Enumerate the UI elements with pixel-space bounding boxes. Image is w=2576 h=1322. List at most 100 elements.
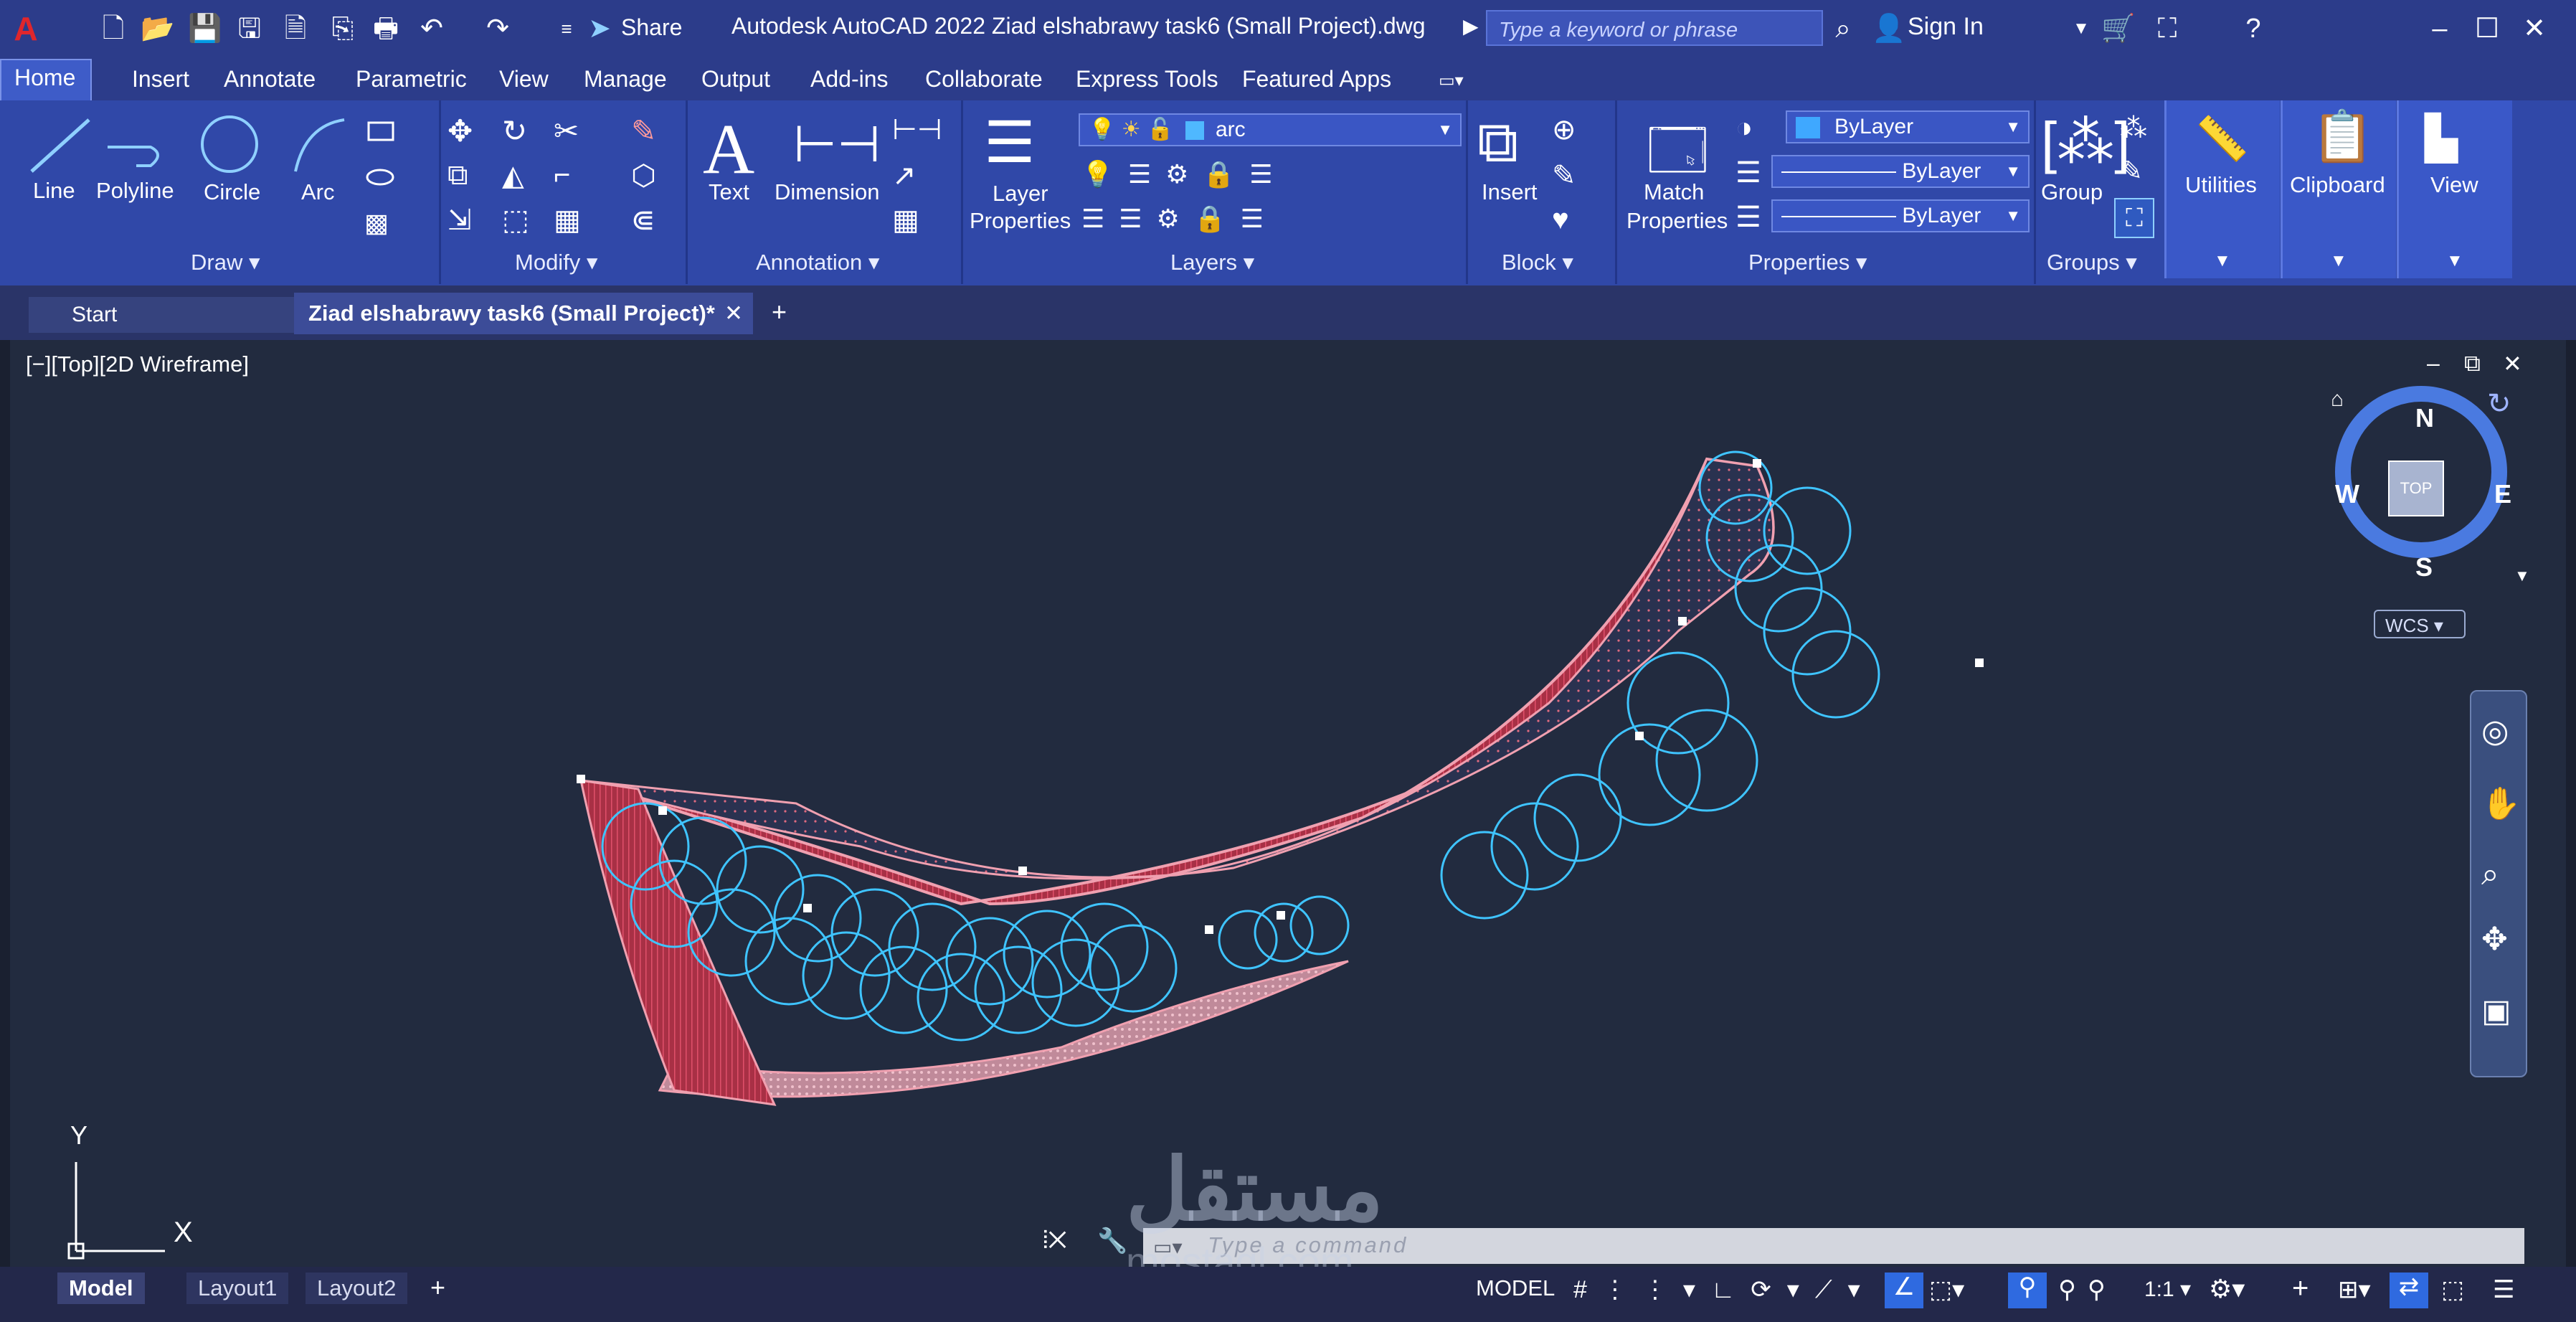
fillet-icon[interactable]: ⌐ (554, 159, 570, 192)
mirror-icon[interactable]: ◭ (502, 159, 524, 192)
tab-insert[interactable]: Insert (132, 66, 189, 93)
compass-south[interactable]: S (2415, 552, 2433, 582)
linear-dim-icon[interactable]: ⊢⊣ (892, 113, 942, 146)
share-button[interactable]: Share (621, 14, 682, 41)
isolate-objects-icon[interactable]: ⬚ (2441, 1275, 2464, 1304)
rotate-icon[interactable]: ↻ (502, 113, 527, 148)
print-icon[interactable]: 🖶 (370, 13, 402, 44)
move-icon[interactable]: ✥ (448, 113, 473, 148)
start-tab[interactable]: Start (29, 297, 294, 333)
linetype-dropdown[interactable]: ByLayer ▼ (1771, 155, 2030, 188)
zoom-extents-icon[interactable]: ⌕ (2481, 856, 2499, 892)
viewport-controls[interactable]: [−][Top][2D Wireframe] (26, 351, 249, 377)
command-customize-icon[interactable]: 🔧 (1097, 1227, 1127, 1255)
stretch-icon[interactable]: ⇲ (448, 204, 472, 237)
layer-dropdown[interactable]: 💡 ☀ 🔓 arc ▼ (1079, 113, 1462, 146)
close-icon[interactable]: ✕ (2519, 13, 2550, 44)
insert-button[interactable]: Insert (1482, 179, 1538, 205)
hatch-icon[interactable]: ▩ (364, 208, 389, 238)
redo-icon[interactable]: ↷ (482, 13, 513, 44)
user-icon[interactable]: 👤 (1872, 13, 1905, 44)
trim-icon[interactable]: ✂ (554, 113, 579, 148)
explode-icon[interactable]: ⬡ (631, 159, 656, 192)
close-tab-icon[interactable]: ✕ (724, 293, 743, 334)
annotation-monitor-icon[interactable]: + (2292, 1273, 2309, 1305)
tab-collaborate[interactable]: Collaborate (925, 66, 1043, 93)
units-icon[interactable]: ⊞▾ (2338, 1275, 2371, 1304)
new-file-icon[interactable]: 🗋 (98, 13, 129, 44)
edit-block-icon[interactable]: ✎ (1552, 159, 1576, 192)
layers-panel-title[interactable]: Layers ▾ (1170, 250, 1254, 275)
text-button[interactable]: Text (709, 179, 749, 205)
line-button[interactable]: Line (33, 178, 75, 204)
layer-tools-row1-icons[interactable]: 💡☰⚙🔒☰ (1081, 159, 1287, 189)
block-panel-title[interactable]: Block ▾ (1502, 250, 1573, 275)
viewport-minimize-icon[interactable]: – (2427, 350, 2440, 377)
view-panel-button[interactable]: ▙ View ▼ (2397, 100, 2512, 278)
workspace-gear-icon[interactable]: ⚙▾ (2209, 1274, 2245, 1304)
undo-icon[interactable]: ↶ (416, 13, 448, 44)
pan-icon[interactable]: ✋ (2481, 785, 2521, 822)
match-properties-button[interactable]: Match (1644, 179, 1704, 205)
leader-icon[interactable]: ↗ (892, 159, 917, 192)
new-tab-icon[interactable]: + (772, 297, 787, 327)
chevron-down-icon[interactable]: ▼ (2514, 567, 2530, 585)
dimension-button[interactable]: Dimension (775, 179, 879, 205)
group-edit-icon[interactable]: ✎ (2120, 155, 2143, 187)
annotation-panel-title[interactable]: Annotation ▾ (756, 250, 879, 275)
autocad-logo-icon[interactable]: A (10, 12, 42, 45)
arc-button[interactable]: Arc (301, 179, 335, 205)
tab-manage[interactable]: Manage (584, 66, 667, 93)
text-icon[interactable]: A (703, 108, 754, 190)
save-icon[interactable]: 💾 (188, 13, 222, 44)
model-tab[interactable]: Model (57, 1273, 145, 1304)
lineweight-dropdown[interactable]: ByLayer ▼ (1771, 199, 2030, 232)
viewport-close-icon[interactable]: ✕ (2503, 350, 2522, 377)
autodesk-app-icon[interactable]: ⛶ (2151, 13, 2183, 44)
insert-block-icon[interactable]: ⧉ (1477, 109, 1518, 176)
annotation-visibility-icon[interactable]: ⚲ (2008, 1273, 2047, 1308)
polyline-button[interactable]: Polyline (96, 178, 174, 204)
compass-east[interactable]: E (2494, 479, 2511, 509)
group-select-icon[interactable]: ⛶ (2114, 198, 2154, 238)
search-icon[interactable]: ⌕ (1827, 13, 1859, 44)
orbit-icon[interactable]: ✥ (2481, 921, 2508, 958)
properties-panel-title[interactable]: Properties ▾ (1748, 250, 1867, 275)
group-button[interactable]: Group (2041, 179, 2103, 205)
layer-properties-button[interactable]: Layer (993, 181, 1048, 207)
help-icon[interactable]: ? (2238, 13, 2269, 44)
clipboard-button[interactable]: 📋 Clipboard ▼ (2281, 100, 2396, 278)
match-properties-button-line2[interactable]: Properties (1626, 208, 1728, 234)
group-icon[interactable]: [⁂] (2041, 109, 2130, 176)
viewport-restore-icon[interactable]: ⧉ (2464, 350, 2481, 377)
save-web-icon[interactable]: ⎘ (327, 13, 359, 44)
maximize-icon[interactable]: ☐ (2471, 13, 2503, 44)
copy-icon[interactable]: ⧉ (448, 159, 468, 192)
expand-search-icon[interactable]: ▶ (1463, 14, 1479, 38)
utilities-button[interactable]: 📏 Utilities ▼ (2164, 100, 2280, 278)
rotate-view-icon[interactable]: ↻ (2487, 387, 2511, 420)
minimize-icon[interactable]: – (2424, 13, 2456, 44)
erase-icon[interactable]: ✎ (631, 113, 656, 148)
tab-annotate[interactable]: Annotate (224, 66, 316, 93)
draw-panel-title[interactable]: Draw ▾ (191, 250, 260, 275)
compass-north[interactable]: N (2415, 403, 2434, 433)
open-file-icon[interactable]: 📂 (141, 13, 174, 44)
customization-menu-icon[interactable]: ☰ (2493, 1275, 2514, 1304)
open-web-icon[interactable]: 🗎 (280, 13, 311, 44)
compass-west[interactable]: W (2335, 479, 2359, 509)
help-search-input[interactable]: Type a keyword or phrase (1486, 10, 1823, 46)
polar-tracking-icon[interactable]: ∠ (1885, 1273, 1923, 1308)
dimension-icon[interactable]: ⊢⊣ (793, 115, 881, 174)
layer-tools-row2-icons[interactable]: ☰☰⚙🔒☰ (1081, 204, 1278, 234)
modify-panel-title[interactable]: Modify ▾ (515, 250, 597, 275)
annotation-scale-dropdown[interactable]: 1:1 ▾ (2144, 1277, 2191, 1302)
ribbon-toggle-icon[interactable]: ▭▾ (1439, 70, 1464, 91)
layer-properties-button-line2[interactable]: Properties (970, 208, 1071, 234)
model-space-button[interactable]: MODEL (1476, 1275, 1555, 1301)
wcs-menu[interactable]: WCS ▾ (2374, 610, 2466, 638)
save-as-icon[interactable]: 🖫 (234, 13, 265, 44)
edit-attributes-icon[interactable]: ♥ (1552, 204, 1569, 236)
tab-parametric[interactable]: Parametric (356, 66, 467, 93)
tab-output[interactable]: Output (701, 66, 770, 93)
